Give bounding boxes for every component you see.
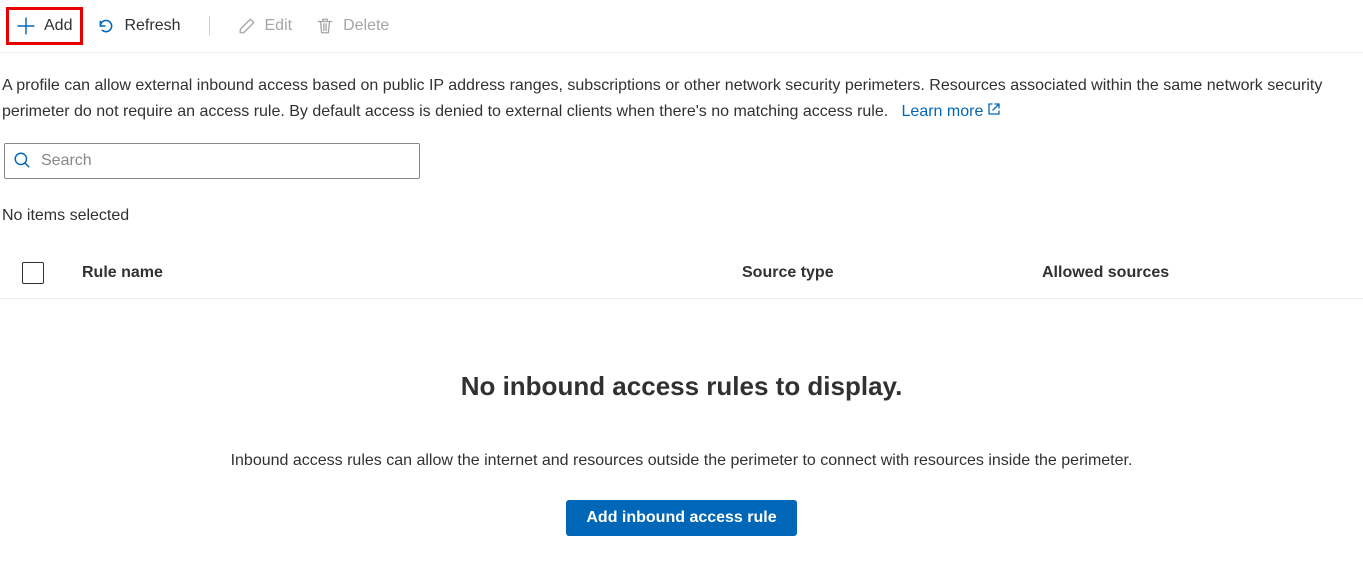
command-bar: Add Refresh Edit Delete: [0, 0, 1363, 53]
trash-icon: [316, 17, 334, 35]
learn-more-link[interactable]: Learn more: [902, 99, 1002, 125]
plus-icon: [17, 17, 35, 35]
col-rule-name[interactable]: Rule name: [82, 264, 742, 282]
refresh-label: Refresh: [124, 17, 180, 35]
select-all-cell: [22, 262, 82, 284]
external-link-icon: [987, 99, 1001, 125]
search-input[interactable]: [41, 152, 411, 170]
search-container: [4, 143, 1363, 179]
empty-state-subtitle: Inbound access rules can allow the inter…: [0, 452, 1363, 470]
search-box[interactable]: [4, 143, 420, 179]
col-source-type[interactable]: Source type: [742, 264, 1042, 282]
rules-table: Rule name Source type Allowed sources: [0, 247, 1363, 299]
search-icon: [13, 151, 31, 172]
selection-status: No items selected: [2, 207, 1363, 225]
select-all-checkbox[interactable]: [22, 262, 44, 284]
delete-button: Delete: [306, 7, 399, 45]
add-button[interactable]: Add: [6, 7, 83, 45]
description-text: A profile can allow external inbound acc…: [0, 53, 1363, 125]
add-label: Add: [44, 17, 72, 35]
refresh-button[interactable]: Refresh: [87, 7, 190, 45]
empty-state-title: No inbound access rules to display.: [0, 371, 1363, 402]
description-body: A profile can allow external inbound acc…: [2, 77, 1322, 120]
add-inbound-rule-button[interactable]: Add inbound access rule: [566, 500, 796, 536]
delete-label: Delete: [343, 17, 389, 35]
col-allowed-sources[interactable]: Allowed sources: [1042, 264, 1363, 282]
learn-more-label: Learn more: [902, 99, 984, 125]
table-header-row: Rule name Source type Allowed sources: [0, 247, 1363, 299]
empty-state: No inbound access rules to display. Inbo…: [0, 371, 1363, 536]
refresh-icon: [97, 17, 115, 35]
separator: [209, 16, 210, 36]
edit-button: Edit: [228, 7, 303, 45]
edit-label: Edit: [265, 17, 293, 35]
pencil-icon: [238, 17, 256, 35]
